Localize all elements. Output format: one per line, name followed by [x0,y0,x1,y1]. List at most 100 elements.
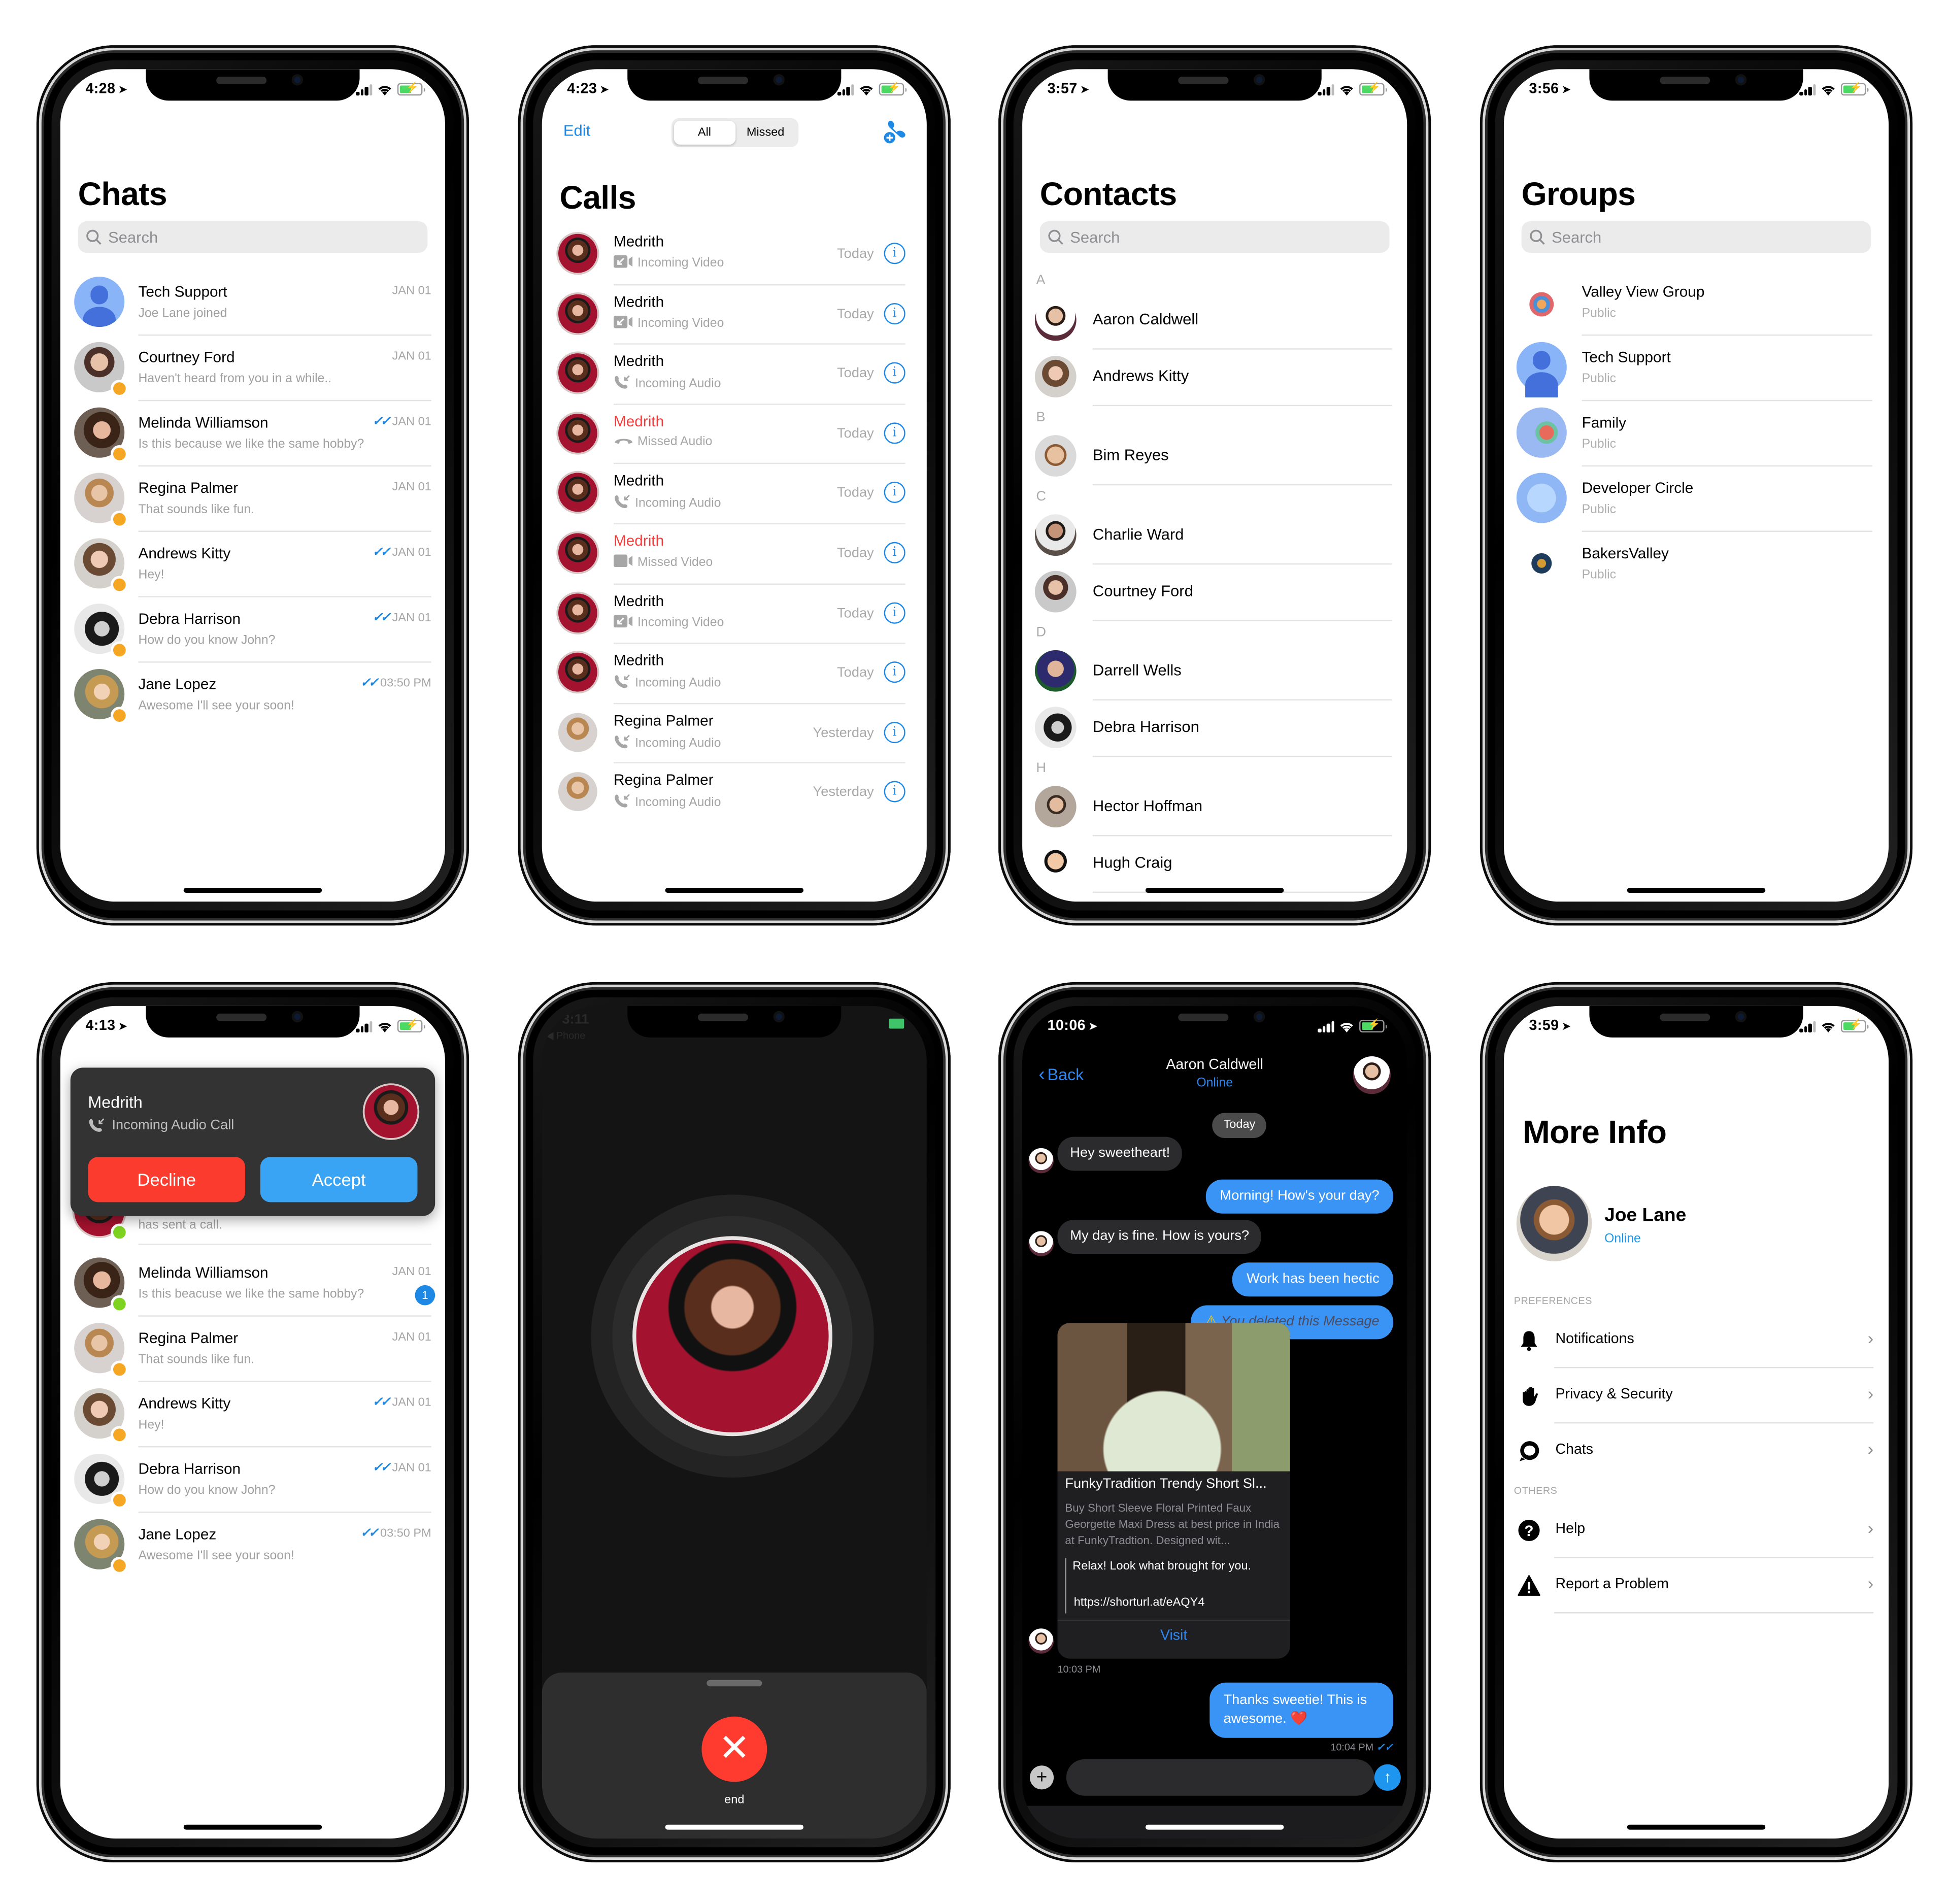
info-icon[interactable]: i [884,243,905,264]
date-separator: Today [1212,1113,1267,1139]
home-indicator[interactable] [665,1824,804,1830]
contact-row[interactable]: Courtney Ford [1022,566,1407,621]
call-row[interactable]: Medrith Incoming Video Today i [542,225,927,285]
call-row[interactable]: Medrith Incoming Audio Today i [542,644,927,704]
profile-avatar [1516,1186,1592,1261]
group-row[interactable]: Family Public [1504,401,1889,467]
home-indicator[interactable] [183,888,322,893]
chat-row[interactable]: Melinda Williamson Is this beacuse we li… [60,1251,445,1317]
chat-row[interactable]: Melinda Williamson Is this because we li… [60,401,445,467]
segment-all[interactable]: All [674,120,735,145]
contact-row[interactable]: Bim Reyes [1022,430,1407,486]
contact-avatar[interactable] [1353,1056,1391,1094]
chat-list: Melinda Williamson Is this beacuse we li… [60,1251,445,1578]
call-row[interactable]: Medrith Incoming Video Today i [542,285,927,345]
conversation-header: ‹ Back Aaron Caldwell Online [1022,1046,1407,1109]
call-row[interactable]: Medrith Incoming Video Today i [542,584,927,644]
chat-time: JAN 01 [392,1461,431,1475]
chat-row[interactable]: Debra Harrison How do you know John? ✓✓ J… [60,597,445,663]
visit-link-button[interactable]: Visit [1057,1628,1290,1644]
call-row[interactable]: Medrith Incoming Audio Today i [542,345,927,405]
call-row[interactable]: Medrith Incoming Audio Today i [542,464,927,524]
message-input[interactable] [1066,1759,1374,1796]
contact-row[interactable]: Aaron Caldwell [1022,294,1407,350]
settings-row-help[interactable]: ? Help › [1504,1502,1889,1558]
chat-row[interactable]: Andrews Kitty Hey! ✓✓ JAN 01 [60,1382,445,1448]
call-row[interactable]: Regina Palmer Incoming Audio Yesterday i [542,764,927,824]
link-url[interactable]: https://shorturl.at/eAQY4 [1074,1594,1205,1611]
phone-incoming-icon [89,1118,105,1132]
settings-row-notifications[interactable]: Notifications › [1504,1313,1889,1368]
signal-icon [1318,83,1334,95]
add-call-icon[interactable] [883,119,908,145]
chat-row[interactable]: Jane Lopez Awesome I'll see your soon! ✓… [60,663,445,728]
info-icon[interactable]: i [884,422,905,444]
settings-row-privacy[interactable]: Privacy & Security › [1504,1368,1889,1424]
home-indicator[interactable] [1627,1824,1766,1830]
search-bar[interactable] [1521,221,1871,253]
info-icon[interactable]: i [884,303,905,324]
home-indicator[interactable] [665,888,804,893]
settings-row-chats[interactable]: Chats › [1504,1423,1889,1479]
group-name: Valley View Group [1582,283,1705,301]
home-indicator[interactable] [183,1824,322,1830]
settings-label: Notifications [1555,1331,1634,1347]
search-input[interactable] [1070,228,1322,246]
search-bar[interactable] [78,221,428,253]
contact-row[interactable]: Hector Hoffman [1022,781,1407,837]
settings-row-report[interactable]: Report a Problem › [1504,1558,1889,1614]
chat-row[interactable]: Jane Lopez Awesome I'll see your soon! ✓… [60,1513,445,1578]
group-row[interactable]: Valley View Group Public [1504,271,1889,336]
call-row[interactable]: Regina Palmer Incoming Audio Yesterday i [542,704,927,764]
edit-button[interactable]: Edit [563,122,590,140]
chat-row[interactable]: Debra Harrison How do you know John? ✓✓ J… [60,1447,445,1513]
send-button[interactable]: ↑ [1374,1764,1401,1791]
section-header: J [1036,895,1043,901]
info-icon[interactable]: i [884,542,905,563]
info-icon[interactable]: i [884,362,905,384]
info-icon[interactable]: i [884,721,905,743]
profile-name: Joe Lane [1604,1205,1687,1226]
segment-missed[interactable]: Missed [735,121,796,145]
chevron-right-icon: › [1867,1573,1874,1593]
group-row[interactable]: BakersValley Public [1504,532,1889,597]
call-time: Today [837,306,874,322]
chat-row[interactable]: Regina Palmer That sounds like fun. JAN … [60,466,445,532]
sheet-grabber[interactable] [707,1680,762,1687]
phone-ongoing-call: 3:11 ◀ Phone ✕ end [518,982,951,1863]
search-input[interactable] [1552,228,1803,246]
contact-row[interactable]: Charlie Ward [1022,509,1407,565]
info-icon[interactable]: i [884,602,905,623]
info-icon[interactable]: i [884,781,905,803]
call-row[interactable]: Medrith Missed Audio Today i [542,405,927,465]
phone-contacts: 3:57➤ ⚡ Contacts A Aaron Caldwell Andrew… [998,45,1431,926]
search-bar[interactable] [1039,221,1390,253]
home-indicator[interactable] [1145,888,1284,893]
settings-label: Report a Problem [1555,1577,1669,1592]
search-input[interactable] [108,228,360,246]
chat-row[interactable]: Regina Palmer That sounds like fun. JAN … [60,1317,445,1382]
accept-button[interactable]: Accept [260,1157,418,1202]
chat-row[interactable]: Tech Support Joe Lane joined JAN 01 [60,271,445,336]
back-to-app-link[interactable]: ◀ Phone [546,1030,585,1041]
home-indicator[interactable] [1145,1824,1284,1830]
contact-row[interactable]: Andrews Kitty [1022,351,1407,407]
contact-row[interactable]: Debra Harrison [1022,702,1407,757]
home-indicator[interactable] [1627,888,1766,893]
contact-row[interactable]: Darrell Wells [1022,645,1407,700]
group-row[interactable]: Developer Circle Public [1504,466,1889,532]
call-row[interactable]: Medrith Missed Video Today i [542,524,927,584]
info-icon[interactable]: i [884,661,905,683]
decline-button[interactable]: Decline [88,1157,246,1202]
info-icon[interactable]: i [884,482,905,504]
chevron-right-icon: › [1867,1518,1874,1538]
attach-button[interactable]: + [1029,1765,1054,1790]
contact-row[interactable]: Hugh Craig [1022,838,1407,893]
avatar [558,293,597,333]
contact-name: Aaron Caldwell [1166,1057,1263,1073]
chat-row[interactable]: Courtney Ford Haven't heard from you in … [60,336,445,402]
group-row[interactable]: Tech Support Public [1504,336,1889,402]
profile-card[interactable]: Joe Lane Online [1504,1186,1889,1274]
end-call-button[interactable]: ✕ [701,1716,767,1782]
chat-row[interactable]: Andrews Kitty Hey! ✓✓ JAN 01 [60,532,445,597]
